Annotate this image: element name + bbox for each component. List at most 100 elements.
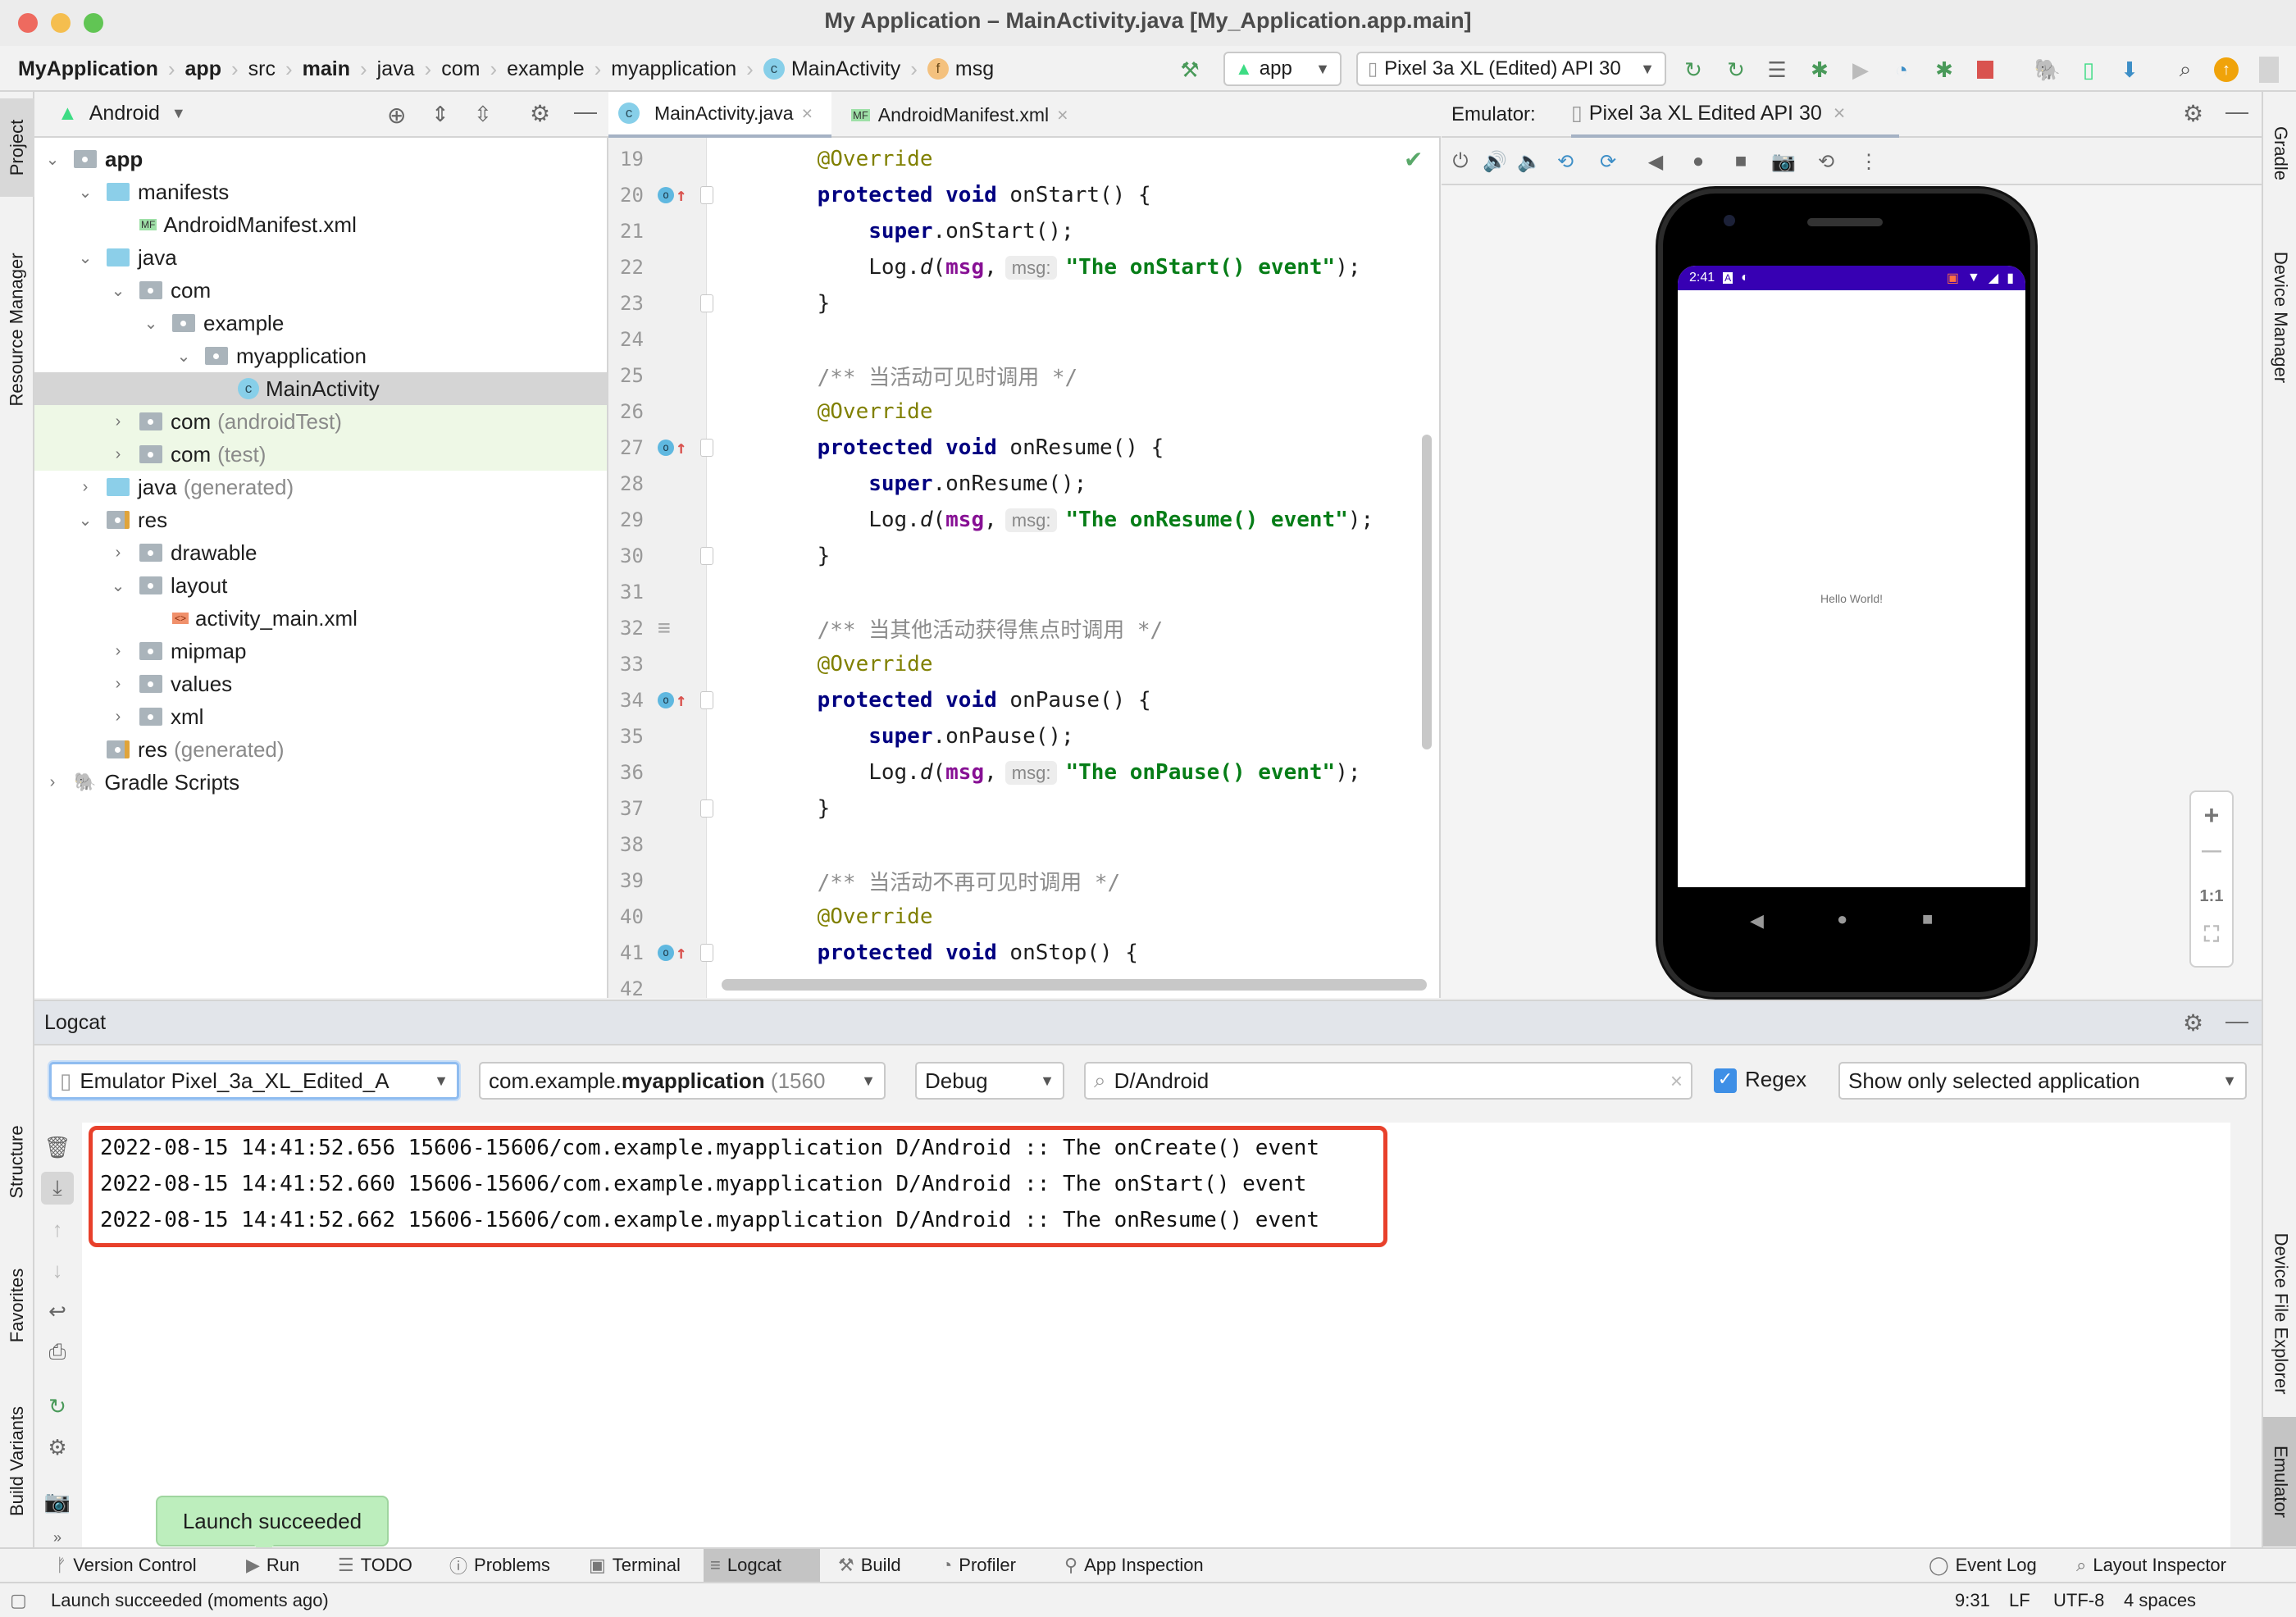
tree-item[interactable]: › drawable (34, 536, 607, 569)
chevron-down-icon[interactable]: ⌄ (75, 182, 95, 203)
line-separator[interactable]: LF (2009, 1590, 2030, 1611)
logcat-tool-button[interactable]: ≡ Logcat (704, 1549, 820, 1582)
nav-home-icon[interactable]: ● (1837, 909, 1847, 930)
up-arrow-icon[interactable]: ↑ (41, 1213, 74, 1246)
rotate-left-icon[interactable]: ⟲ (1551, 148, 1579, 175)
go-to-super-icon[interactable]: ↑ (676, 690, 686, 711)
tree-item[interactable]: ⌄ myapplication (34, 339, 607, 372)
build-hammer-icon[interactable]: ⚒ (1176, 56, 1204, 84)
scroll-to-end-icon[interactable]: ⤓ (41, 1172, 74, 1205)
override-method-icon[interactable]: o (658, 945, 674, 961)
close-tab-icon[interactable]: × (1834, 102, 1846, 125)
fold-marker-icon[interactable] (700, 294, 713, 312)
indent-setting[interactable]: 4 spaces (2124, 1590, 2196, 1611)
fold-marker-icon[interactable] (700, 547, 713, 565)
run-config-select[interactable]: ▲ app ▼ (1223, 52, 1342, 86)
chevron-down-icon[interactable]: ⌄ (75, 248, 95, 268)
chevron-down-icon[interactable]: ⌄ (75, 510, 95, 531)
screenshot-icon[interactable]: 📷 (1770, 148, 1797, 175)
go-to-super-icon[interactable]: ↑ (676, 185, 686, 206)
device-manager-tab[interactable]: Device Manager (2263, 223, 2296, 412)
file-encoding[interactable]: UTF-8 (2053, 1590, 2104, 1611)
phone-screen[interactable]: 2:41 A ◐ ▣ ▼ ◢ ▮ Hello World! (1678, 266, 2025, 887)
clear-logcat-icon[interactable]: 🗑 (41, 1131, 74, 1164)
close-tab-icon[interactable]: × (802, 102, 813, 125)
fold-marker-icon[interactable] (700, 186, 713, 204)
volume-up-icon[interactable]: 🔊 (1481, 148, 1509, 175)
profiler-icon[interactable]: ◔ (1888, 56, 1916, 84)
process-filter-select[interactable]: com.example.myapplication (1560 ▼ (479, 1062, 886, 1100)
tree-item[interactable]: MF AndroidManifest.xml (34, 208, 607, 241)
power-icon[interactable]: ⏻ (1446, 148, 1474, 175)
logcat-output[interactable]: 2022-08-15 14:41:52.656 15606-15606/com.… (82, 1123, 2230, 1549)
tree-item[interactable]: ⌄ layout (34, 569, 607, 602)
tree-item[interactable]: ⌄ com (34, 274, 607, 307)
override-method-icon[interactable]: o (658, 187, 674, 203)
gear-icon[interactable]: ⚙ (41, 1431, 74, 1464)
collapse-all-icon[interactable]: ⇳ (474, 102, 492, 127)
down-arrow-icon[interactable]: ↓ (41, 1254, 74, 1287)
fit-screen-icon[interactable]: ⛶ (2191, 922, 2232, 948)
version-control-tool-button[interactable]: ᚠ Version Control (49, 1549, 203, 1582)
caret-position[interactable]: 9:31 (1955, 1590, 1990, 1611)
apply-changes-restart-icon[interactable]: ↻ (1679, 56, 1707, 84)
tree-item[interactable]: › com (androidTest) (34, 405, 607, 438)
breadcrumb-item[interactable]: com (441, 57, 480, 81)
close-tab-icon[interactable]: × (1057, 104, 1068, 126)
project-tab[interactable]: Project (0, 98, 34, 197)
breadcrumb-item[interactable]: f msg (927, 57, 994, 81)
gradle-tab[interactable]: Gradle (2263, 100, 2296, 207)
snapshot-icon[interactable]: ⟲ (1812, 148, 1840, 175)
project-view-select[interactable]: ▲ Android ▼ (57, 102, 186, 125)
fold-marker-icon[interactable] (700, 439, 713, 457)
vertical-scrollbar[interactable] (1422, 435, 1432, 749)
apply-code-changes-icon[interactable]: ↻ (1722, 56, 1750, 84)
tree-item[interactable]: › values (34, 667, 607, 700)
tree-item[interactable]: res (generated) (34, 733, 607, 766)
nav-back-icon[interactable]: ◀ (1750, 910, 1764, 931)
tree-item[interactable]: ⌄ app (34, 143, 607, 175)
horizontal-scrollbar[interactable] (722, 979, 1427, 991)
sdk-manager-icon[interactable]: ⬇ (2116, 56, 2143, 84)
more-icon[interactable]: ⋮ (1855, 148, 1883, 175)
override-method-icon[interactable]: o (658, 440, 674, 456)
chevron-right-icon[interactable]: › (108, 544, 128, 563)
volume-down-icon[interactable]: 🔈 (1515, 148, 1543, 175)
resource-manager-tab[interactable]: Resource Manager (0, 223, 34, 436)
sync-gradle-icon[interactable]: 🐘 (2034, 56, 2061, 84)
print-icon[interactable]: ⎙ (41, 1336, 74, 1369)
breadcrumb-item[interactable]: java (377, 57, 415, 81)
account-icon[interactable] (2255, 56, 2283, 84)
tree-item[interactable]: › mipmap (34, 635, 607, 667)
status-toggle-icon[interactable]: ▢ (10, 1590, 27, 1611)
tree-item[interactable]: › com (test) (34, 438, 607, 471)
problems-tool-button[interactable]: ⓘ Problems (443, 1549, 557, 1582)
zoom-actual-size-button[interactable]: 1:1 (2191, 887, 2232, 906)
chevron-down-icon[interactable]: ⌄ (141, 313, 161, 334)
hide-panel-icon[interactable]: — (574, 98, 597, 125)
fold-marker-icon[interactable] (700, 944, 713, 962)
structure-tab[interactable]: Structure (0, 1100, 34, 1223)
nav-overview-icon[interactable]: ■ (1922, 909, 1933, 930)
fold-marker-icon[interactable] (700, 799, 713, 818)
favorites-tab[interactable]: Favorites (0, 1240, 34, 1371)
breadcrumb-item[interactable]: src (248, 57, 276, 81)
hide-panel-icon[interactable]: — (2225, 1008, 2248, 1034)
tree-item[interactable]: <> activity_main.xml (34, 602, 607, 635)
profile-icon[interactable]: ▶ (1847, 56, 1875, 84)
restart-icon[interactable]: ↻ (41, 1390, 74, 1423)
chevron-down-icon[interactable]: ⌄ (108, 576, 128, 596)
build-tool-button[interactable]: ⚒ Build (831, 1549, 908, 1582)
gear-icon[interactable]: ⚙ (2183, 1009, 2203, 1036)
device-manager-icon[interactable]: ▯ (2075, 56, 2102, 84)
log-level-select[interactable]: Debug ▼ (915, 1062, 1064, 1100)
tree-item[interactable]: c MainActivity (34, 372, 607, 405)
breadcrumb-item[interactable]: myapplication (611, 57, 736, 81)
screenshot-icon[interactable]: 📷 (41, 1485, 74, 1518)
search-icon[interactable]: ⌕ (2171, 56, 2199, 84)
render-doc-icon[interactable]: ≡ (658, 616, 671, 640)
chevron-right-icon[interactable]: › (108, 412, 128, 431)
stop-icon[interactable] (1971, 56, 1999, 84)
chevron-down-icon[interactable]: ⌄ (43, 149, 62, 170)
locate-file-icon[interactable]: ⊕ (387, 102, 406, 129)
